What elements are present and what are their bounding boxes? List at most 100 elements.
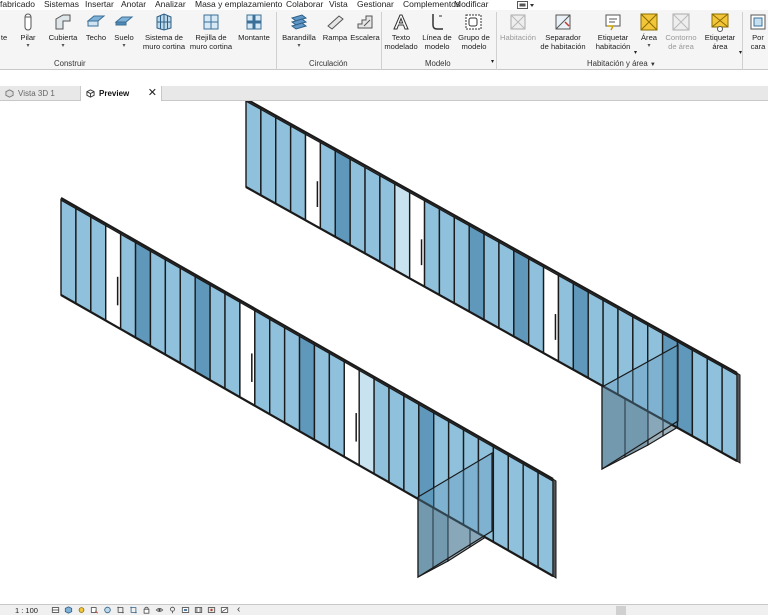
glass-panel bbox=[119, 232, 137, 339]
glass-panel bbox=[438, 207, 456, 305]
glass-panel bbox=[298, 335, 316, 441]
glass-panel bbox=[557, 274, 575, 371]
horizontal-scrollbar-thumb[interactable] bbox=[616, 606, 626, 615]
panel-label-construir: Construir bbox=[54, 59, 86, 68]
glass-panel bbox=[60, 198, 77, 305]
detail-level-icon[interactable] bbox=[51, 606, 60, 614]
glass-panel bbox=[275, 116, 292, 214]
temporary-properties-icon[interactable] bbox=[181, 606, 190, 614]
glass-panel bbox=[194, 275, 211, 382]
tool-partial[interactable]: te bbox=[0, 12, 11, 43]
tool-contorno-area[interactable]: Contorno de área bbox=[663, 12, 699, 51]
lock-view-icon[interactable] bbox=[142, 606, 151, 614]
visual-style-icon[interactable] bbox=[64, 606, 73, 614]
glass-panel bbox=[394, 182, 411, 280]
tool-por-cara[interactable]: Por cara bbox=[747, 12, 768, 51]
tool-habitacion[interactable]: Habitación bbox=[499, 12, 537, 43]
glass-panel bbox=[224, 292, 241, 399]
tool-rampa[interactable]: Rampa bbox=[321, 12, 349, 43]
menu-colaborar[interactable]: Colaborar bbox=[286, 0, 323, 9]
tool-escalera[interactable]: Escalera bbox=[350, 12, 380, 43]
menu-gestionar[interactable]: Gestionar bbox=[357, 0, 394, 9]
glass-panel bbox=[179, 266, 196, 373]
3d-viewport[interactable] bbox=[0, 98, 768, 604]
tool-grupo-modelo[interactable]: Grupo de modelo ▾ bbox=[456, 12, 494, 65]
model-line-icon bbox=[432, 14, 443, 30]
glass-panel bbox=[587, 290, 604, 388]
menu-analizar[interactable]: Analizar bbox=[155, 0, 186, 9]
model-group-icon bbox=[465, 14, 482, 30]
menu-anotar[interactable]: Anotar bbox=[121, 0, 146, 9]
scroll-left-icon[interactable]: ‹ bbox=[237, 604, 240, 615]
crop-visible-icon[interactable] bbox=[129, 606, 138, 614]
tool-separador-habitacion[interactable]: Separador de habitación bbox=[540, 12, 586, 51]
glass-panel bbox=[691, 348, 708, 446]
ramp-icon bbox=[327, 15, 344, 30]
menu-complementos[interactable]: Complementos bbox=[403, 0, 460, 9]
door-panel bbox=[105, 224, 122, 331]
curtain-grid-icon bbox=[203, 14, 219, 30]
curtain-wall-scene bbox=[60, 98, 741, 579]
close-icon[interactable]: ✕ bbox=[148, 86, 157, 101]
door-panel bbox=[343, 360, 360, 467]
glass-panel bbox=[522, 462, 539, 569]
glass-panel bbox=[492, 445, 509, 552]
ribbon: te Pilar ▾ Cubierta ▾ Techo Suelo ▾ Sist… bbox=[0, 10, 768, 70]
tag-room-icon bbox=[605, 14, 621, 31]
glass-panel bbox=[90, 215, 107, 322]
shadows-icon[interactable] bbox=[90, 606, 99, 614]
worksharing-icon[interactable] bbox=[194, 606, 203, 614]
view-control-bar: 1 : 100 ‹ bbox=[0, 604, 768, 615]
tab-vista-3d-1[interactable]: Vista 3D 1 bbox=[0, 86, 80, 101]
stair-icon bbox=[357, 15, 373, 29]
tool-techo[interactable]: Techo bbox=[83, 12, 109, 43]
glass-panel bbox=[373, 377, 390, 484]
crop-icon[interactable] bbox=[116, 606, 125, 614]
tool-pilar[interactable]: Pilar ▾ bbox=[14, 12, 42, 50]
tab-preview[interactable]: Preview ✕ bbox=[80, 86, 162, 101]
tool-etiquetar-area[interactable]: Etiquetar área ▾ bbox=[702, 12, 742, 56]
glass-panel bbox=[706, 357, 723, 454]
glass-panel bbox=[209, 283, 226, 390]
menu-modificar[interactable]: Modificar bbox=[454, 0, 488, 9]
3d-view-icon bbox=[5, 89, 14, 98]
tool-barandilla[interactable]: Barandilla ▾ bbox=[280, 12, 318, 50]
tool-etiquetar-habitacion[interactable]: Etiquetar habitación ▾ bbox=[592, 12, 637, 56]
glass-panel bbox=[289, 124, 307, 222]
menu-masa[interactable]: Masa y emplazamiento bbox=[195, 0, 282, 9]
view-tab-bar: Vista 3D 1 Preview ✕ bbox=[0, 86, 768, 101]
menu-vista[interactable]: Vista bbox=[329, 0, 348, 9]
tag-area-icon bbox=[711, 13, 729, 32]
chevron-down-icon: ▼ bbox=[649, 62, 656, 68]
temporary-hide-icon[interactable] bbox=[155, 606, 164, 614]
tool-texto-modelado[interactable]: Texto modelado bbox=[383, 12, 419, 51]
panel-toggle-icon[interactable] bbox=[517, 1, 535, 9]
tool-linea-modelo[interactable]: Línea de modelo bbox=[421, 12, 453, 51]
render-icon[interactable] bbox=[103, 606, 112, 614]
tool-suelo[interactable]: Suelo ▾ bbox=[111, 12, 137, 50]
glass-panel bbox=[319, 141, 336, 239]
by-face-icon bbox=[750, 14, 766, 30]
model-text-icon bbox=[393, 14, 409, 30]
menu-insertar[interactable]: Insertar bbox=[85, 0, 114, 9]
tool-area[interactable]: Área ▾ bbox=[638, 12, 660, 50]
sun-path-icon[interactable] bbox=[77, 606, 86, 614]
glass-panel bbox=[334, 149, 351, 247]
reveal-hidden-icon[interactable] bbox=[168, 606, 177, 614]
glass-panel bbox=[283, 326, 301, 433]
glass-panel bbox=[254, 309, 271, 416]
glass-panel bbox=[164, 258, 181, 365]
tool-rejilla-muro-cortina[interactable]: Rejilla de muro cortina bbox=[189, 12, 233, 51]
glass-panel bbox=[721, 365, 738, 463]
highlight-displacement-icon[interactable] bbox=[220, 606, 229, 614]
panel-label-habitacion[interactable]: Habitación y área ▼ bbox=[587, 59, 656, 68]
scale-label[interactable]: 1 : 100 bbox=[15, 606, 38, 615]
menu-fabricado[interactable]: fabricado bbox=[0, 0, 35, 9]
display-analytical-icon[interactable] bbox=[207, 606, 216, 614]
tool-sistema-muro-cortina[interactable]: Sistema de muro cortina bbox=[142, 12, 186, 51]
tool-montante[interactable]: Montante bbox=[236, 12, 272, 43]
tool-cubierta[interactable]: Cubierta ▾ bbox=[46, 12, 80, 50]
menu-sistemas[interactable]: Sistemas bbox=[44, 0, 79, 9]
glass-panel bbox=[423, 199, 441, 297]
glass-panel bbox=[572, 282, 589, 380]
